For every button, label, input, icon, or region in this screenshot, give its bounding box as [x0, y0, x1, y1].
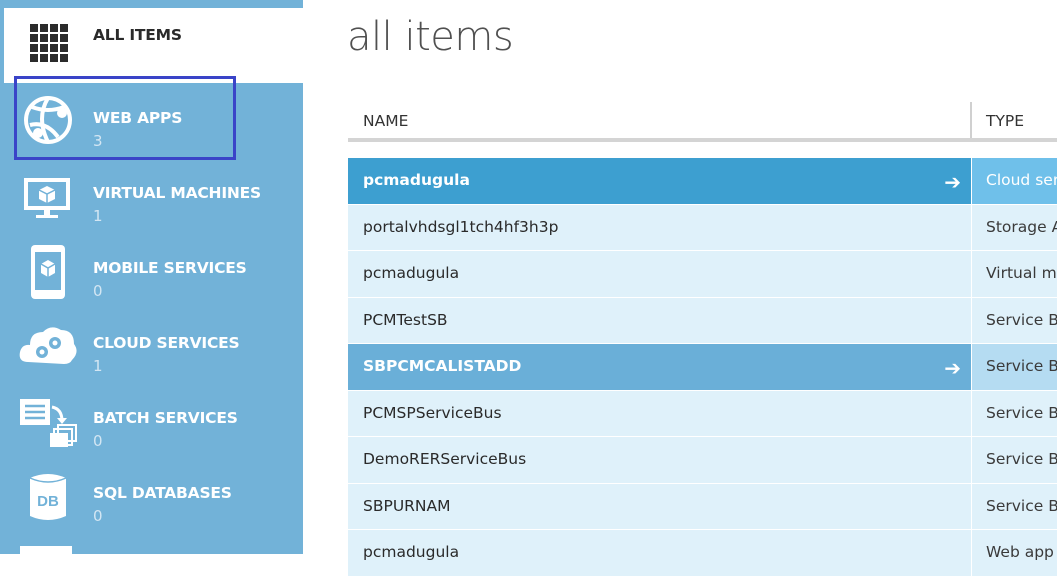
cloud-gears-icon	[18, 318, 78, 374]
row-name[interactable]: PCMTestSB	[363, 311, 448, 329]
sidebar-item-label: MOBILE SERVICES	[93, 259, 247, 277]
sidebar-item-count: 1	[93, 357, 103, 375]
sidebar-item-virtual-machines[interactable]: VIRTUAL MACHINES 1	[0, 158, 303, 233]
type-cell: Service Bu	[972, 483, 1057, 529]
table-row[interactable]: PCMSPServiceBus Service Bu	[348, 390, 1057, 437]
sidebar-item-batch-services[interactable]: BATCH SERVICES 0	[0, 383, 303, 458]
row-type: Virtual ma	[986, 264, 1057, 282]
name-cell[interactable]: PCMTestSB	[348, 297, 971, 343]
column-header-name[interactable]: NAME	[363, 112, 408, 130]
arrow-right-icon[interactable]: ➔	[944, 170, 961, 194]
type-cell: Virtual ma	[972, 251, 1057, 297]
table-row[interactable]: pcmadugula Virtual ma	[348, 251, 1057, 298]
row-name[interactable]: pcmadugula	[363, 171, 470, 189]
sidebar-item-count: 0	[93, 432, 103, 450]
sidebar-item-count: 3	[93, 132, 103, 150]
row-type: Service Bu	[986, 357, 1057, 375]
row-name[interactable]: portalvhdsgl1tch4hf3h3p	[363, 218, 558, 236]
row-name[interactable]: DemoRERServiceBus	[363, 450, 526, 468]
table-row[interactable]: DemoRERServiceBus Service Bu	[348, 437, 1057, 484]
sidebar-item-mobile-services[interactable]: MOBILE SERVICES 0	[0, 233, 303, 308]
name-cell[interactable]: SBPCMCALISTADD ➔	[348, 344, 971, 390]
arrow-right-icon[interactable]: ➔	[944, 356, 961, 380]
sidebar-item-count: 0	[93, 282, 103, 300]
type-cell: Cloud serv	[972, 158, 1057, 204]
sidebar-item-label: WEB APPS	[93, 109, 183, 127]
row-name[interactable]: SBPURNAM	[363, 497, 451, 515]
type-cell: Service Bu	[972, 437, 1057, 483]
row-name[interactable]: SBPCMCALISTADD	[363, 357, 521, 375]
table-row[interactable]: PCMTestSB Service Bu	[348, 297, 1057, 344]
type-cell: Service Bu	[972, 390, 1057, 436]
table-row[interactable]: SBPCMCALISTADD ➔ Service Bu	[348, 344, 1057, 391]
web-apps-globe-icon	[18, 93, 78, 149]
name-cell[interactable]: SBPURNAM	[348, 483, 971, 529]
sidebar-top-strip	[0, 0, 303, 8]
sidebar-item-label: SQL DATABASES	[93, 484, 232, 502]
table-header: NAME TYPE	[348, 102, 1057, 138]
row-name[interactable]: PCMSPServiceBus	[363, 404, 502, 422]
items-table: pcmadugula ➔ Cloud serv portalvhdsgl1tch…	[348, 158, 1057, 577]
sidebar-item-label: ALL ITEMS	[93, 26, 182, 44]
sidebar-item-count: 1	[93, 207, 103, 225]
row-type: Service Bu	[986, 450, 1057, 468]
sidebar-item-web-apps[interactable]: WEB APPS 3	[0, 83, 303, 158]
sidebar-item-label: VIRTUAL MACHINES	[93, 184, 262, 202]
name-cell[interactable]: pcmadugula	[348, 251, 971, 297]
name-cell[interactable]: pcmadugula ➔	[348, 158, 971, 204]
type-cell: Service Bu	[972, 297, 1057, 343]
name-cell[interactable]: pcmadugula	[348, 530, 971, 576]
phone-cube-icon	[18, 243, 78, 299]
type-cell: Web app	[972, 530, 1057, 576]
sidebar-item-cloud-services[interactable]: CLOUD SERVICES 1	[0, 308, 303, 383]
type-cell: Service Bu	[972, 344, 1057, 390]
name-cell[interactable]: DemoRERServiceBus	[348, 437, 971, 483]
name-cell[interactable]: PCMSPServiceBus	[348, 390, 971, 436]
name-cell[interactable]: portalvhdsgl1tch4hf3h3p	[348, 204, 971, 250]
row-name[interactable]: pcmadugula	[363, 264, 459, 282]
sidebar-item-count: 0	[93, 507, 103, 525]
row-name[interactable]: pcmadugula	[363, 543, 459, 561]
table-row[interactable]: portalvhdsgl1tch4hf3h3p Storage A	[348, 204, 1057, 251]
batch-documents-icon	[18, 393, 78, 449]
svg-text:DB: DB	[37, 493, 59, 510]
table-row[interactable]: SBPURNAM Service Bu	[348, 483, 1057, 530]
sidebar-item-all-items[interactable]: ALL ITEMS	[0, 8, 303, 83]
sidebar-item-sql-databases[interactable]: DB SQL DATABASES 0	[0, 458, 303, 533]
row-type: Service Bu	[986, 403, 1057, 422]
sidebar-next-icon	[20, 546, 72, 554]
column-divider	[970, 102, 972, 138]
row-type: Web app	[986, 543, 1054, 561]
grid-icon	[24, 14, 84, 70]
row-type: Storage A	[986, 217, 1057, 236]
header-underline	[348, 138, 1057, 142]
monitor-cube-icon	[18, 168, 78, 224]
sidebar-item-label: BATCH SERVICES	[93, 409, 238, 427]
sidebar-item-label: CLOUD SERVICES	[93, 334, 240, 352]
type-cell: Storage A	[972, 204, 1057, 250]
row-type: Cloud serv	[986, 171, 1057, 189]
table-row[interactable]: pcmadugula Web app	[348, 530, 1057, 577]
row-type: Service Bu	[986, 496, 1057, 515]
sidebar: ALL ITEMS WEB APPS 3 VIRTUAL MACHINES 1 …	[0, 0, 303, 554]
row-type: Service Bu	[986, 310, 1057, 329]
database-db-icon: DB	[18, 468, 78, 524]
table-row[interactable]: pcmadugula ➔ Cloud serv	[348, 158, 1057, 205]
column-header-type[interactable]: TYPE	[986, 112, 1024, 130]
page-title: all items	[347, 14, 514, 60]
